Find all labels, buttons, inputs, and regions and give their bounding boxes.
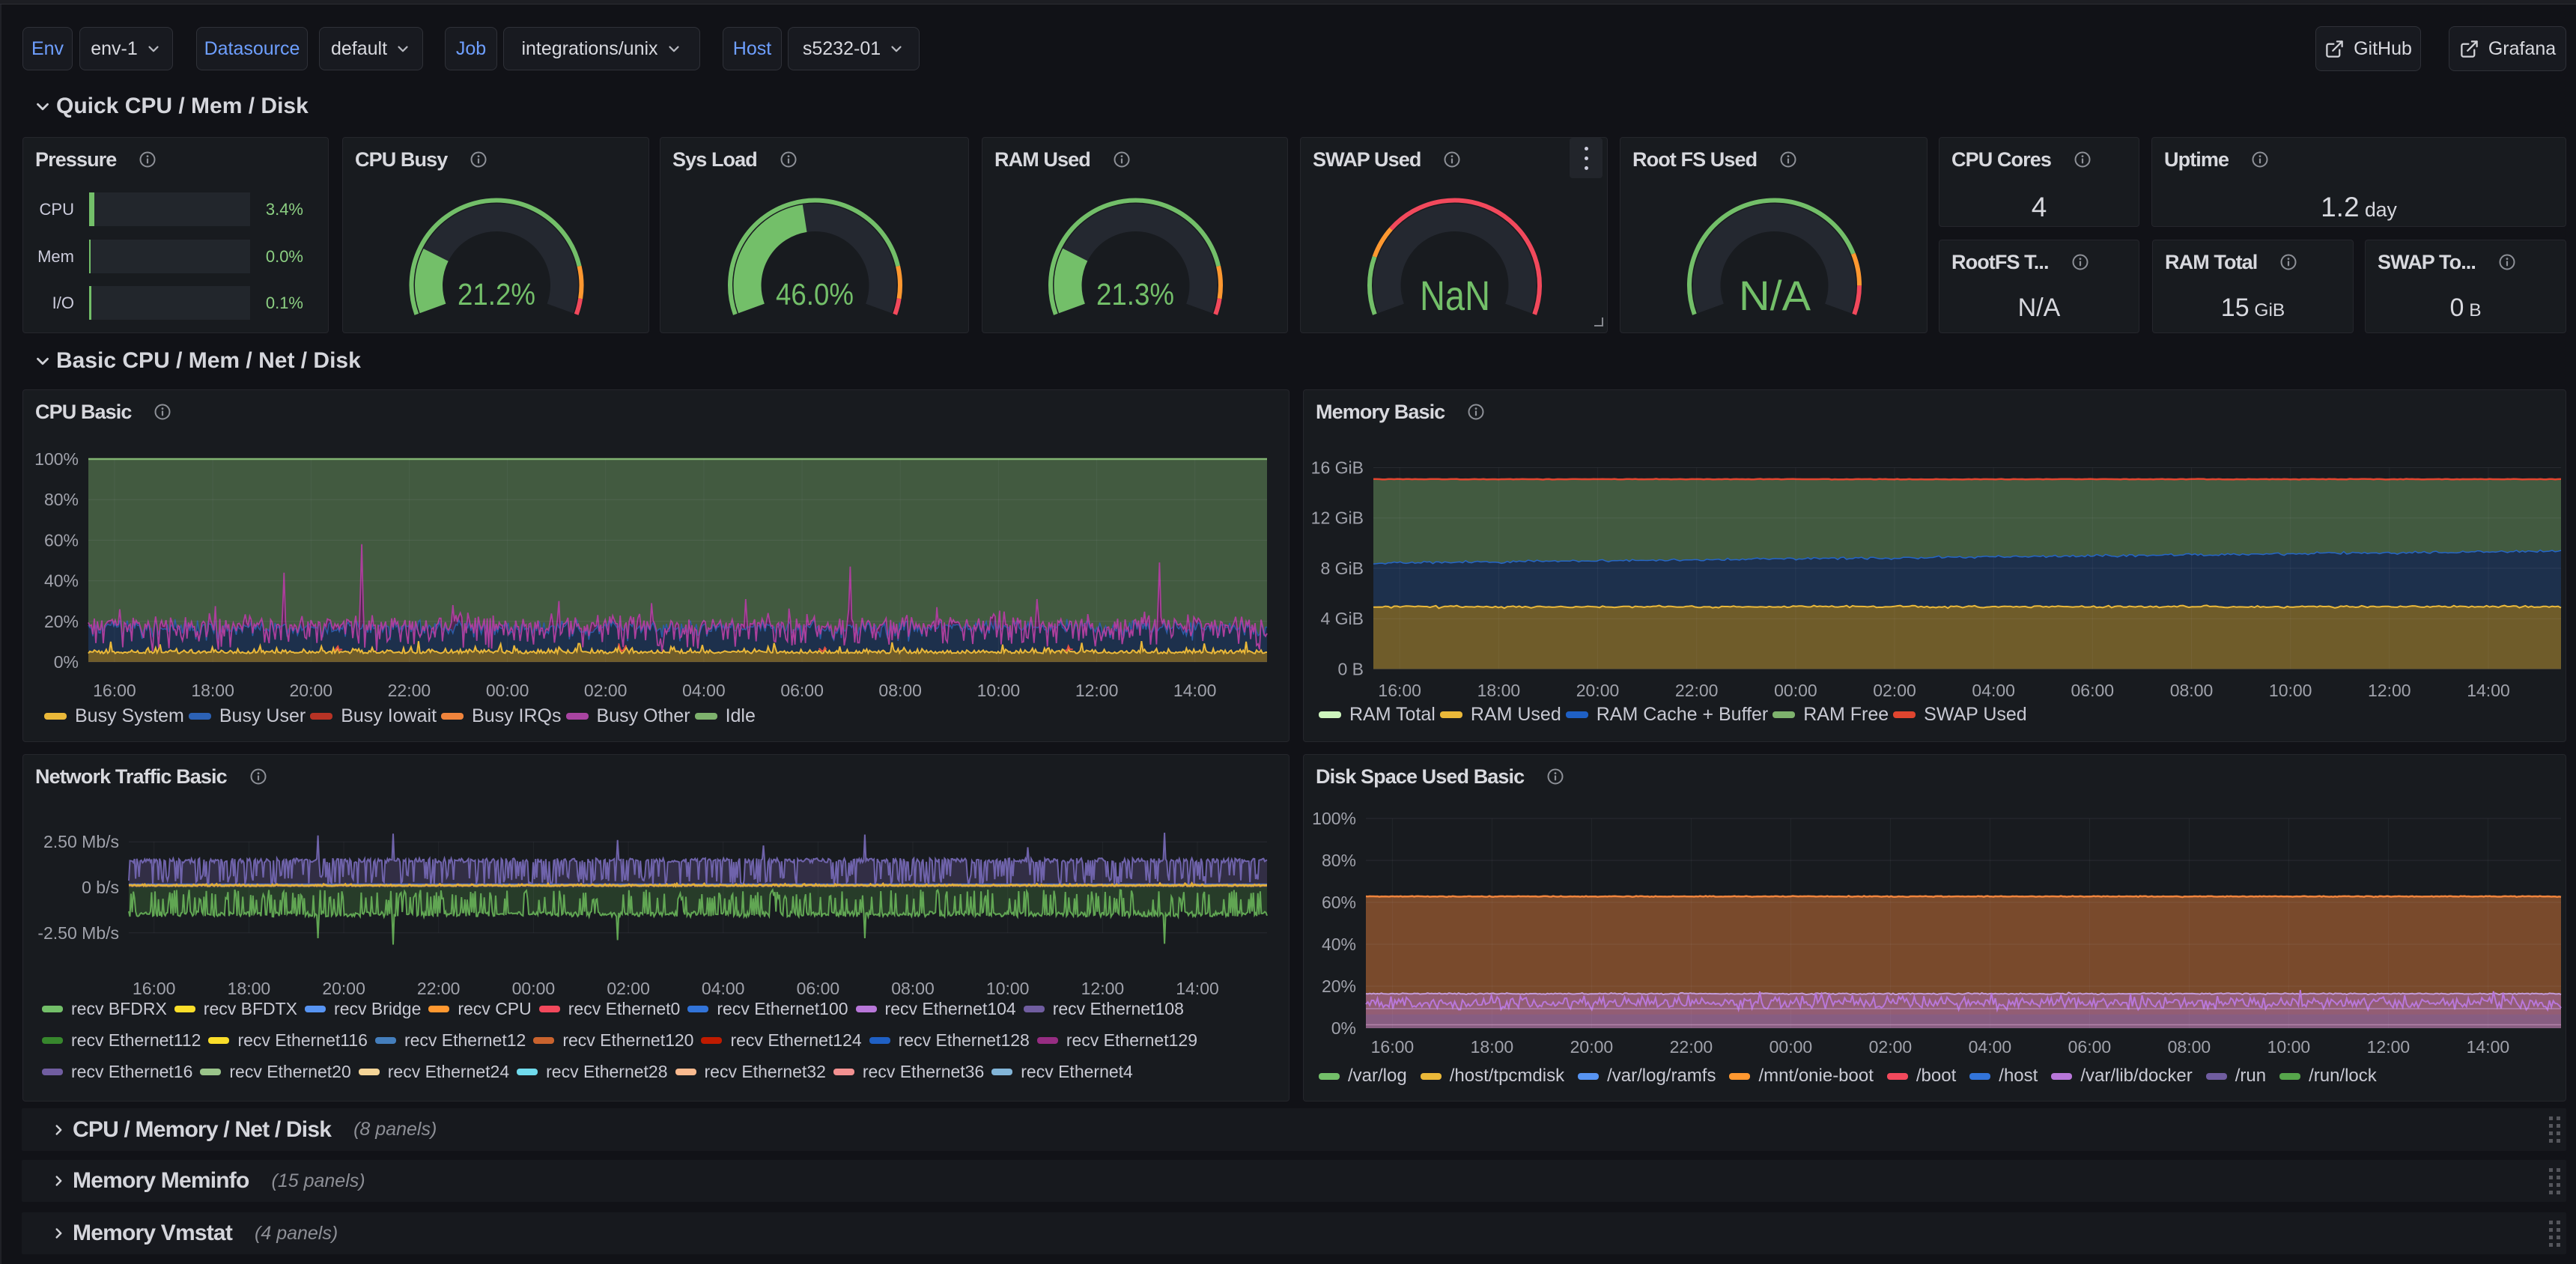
- svg-text:16 GiB: 16 GiB: [1311, 458, 1364, 478]
- svg-text:10:00: 10:00: [2267, 1037, 2311, 1057]
- svg-text:06:00: 06:00: [797, 979, 840, 998]
- svg-text:21.2%: 21.2%: [458, 277, 535, 312]
- svg-text:02:00: 02:00: [584, 681, 628, 700]
- svg-text:46.0%: 46.0%: [776, 277, 854, 312]
- svg-text:80%: 80%: [1322, 851, 1356, 870]
- svg-text:00:00: 00:00: [512, 979, 556, 998]
- svg-text:20%: 20%: [1322, 976, 1356, 996]
- svg-text:14:00: 14:00: [2467, 1037, 2510, 1057]
- svg-text:20:00: 20:00: [1570, 1037, 1614, 1057]
- svg-text:04:00: 04:00: [702, 979, 745, 998]
- svg-text:20:00: 20:00: [1576, 681, 1620, 700]
- svg-text:06:00: 06:00: [2071, 681, 2115, 700]
- svg-text:0 B: 0 B: [1337, 659, 1364, 678]
- svg-text:60%: 60%: [44, 530, 79, 550]
- svg-text:18:00: 18:00: [1477, 681, 1521, 700]
- svg-text:00:00: 00:00: [1774, 681, 1817, 700]
- svg-text:18:00: 18:00: [228, 979, 271, 998]
- svg-text:18:00: 18:00: [191, 681, 234, 700]
- svg-text:10:00: 10:00: [986, 979, 1030, 998]
- svg-text:02:00: 02:00: [1873, 681, 1916, 700]
- svg-text:12:00: 12:00: [2367, 1037, 2411, 1057]
- svg-text:NaN: NaN: [1420, 272, 1490, 319]
- svg-text:8 GiB: 8 GiB: [1320, 559, 1364, 578]
- svg-text:06:00: 06:00: [780, 681, 824, 700]
- svg-text:02:00: 02:00: [607, 979, 650, 998]
- svg-text:00:00: 00:00: [1770, 1037, 1813, 1057]
- svg-text:08:00: 08:00: [878, 681, 922, 700]
- svg-text:100%: 100%: [34, 449, 79, 469]
- svg-text:80%: 80%: [44, 490, 79, 509]
- svg-text:14:00: 14:00: [1176, 979, 1219, 998]
- svg-text:0%: 0%: [1331, 1018, 1356, 1038]
- svg-text:21.3%: 21.3%: [1096, 277, 1174, 312]
- svg-text:08:00: 08:00: [2170, 681, 2214, 700]
- svg-text:N/A: N/A: [1739, 272, 1811, 319]
- svg-text:2.50 Mb/s: 2.50 Mb/s: [43, 832, 119, 851]
- svg-text:100%: 100%: [1312, 809, 1356, 828]
- svg-text:00:00: 00:00: [486, 681, 529, 700]
- svg-text:40%: 40%: [1322, 935, 1356, 954]
- svg-text:14:00: 14:00: [1173, 681, 1217, 700]
- svg-text:20%: 20%: [44, 612, 79, 631]
- svg-text:12:00: 12:00: [1081, 979, 1125, 998]
- svg-text:0 b/s: 0 b/s: [82, 878, 119, 897]
- svg-text:16:00: 16:00: [1371, 1037, 1415, 1057]
- svg-text:04:00: 04:00: [682, 681, 726, 700]
- svg-text:16:00: 16:00: [93, 681, 136, 700]
- svg-text:22:00: 22:00: [1675, 681, 1719, 700]
- svg-text:22:00: 22:00: [1670, 1037, 1713, 1057]
- svg-text:22:00: 22:00: [417, 979, 461, 998]
- svg-text:10:00: 10:00: [977, 681, 1021, 700]
- svg-text:06:00: 06:00: [2068, 1037, 2112, 1057]
- svg-text:4 GiB: 4 GiB: [1320, 609, 1364, 628]
- svg-text:12 GiB: 12 GiB: [1311, 508, 1364, 528]
- svg-text:08:00: 08:00: [891, 979, 935, 998]
- svg-text:04:00: 04:00: [1969, 1037, 2012, 1057]
- svg-text:-2.50 Mb/s: -2.50 Mb/s: [37, 923, 119, 943]
- svg-text:18:00: 18:00: [1471, 1037, 1514, 1057]
- svg-text:04:00: 04:00: [1972, 681, 2015, 700]
- svg-text:40%: 40%: [44, 571, 79, 591]
- svg-text:60%: 60%: [1322, 893, 1356, 912]
- svg-text:16:00: 16:00: [1378, 681, 1421, 700]
- svg-text:10:00: 10:00: [2269, 681, 2312, 700]
- svg-text:14:00: 14:00: [2467, 681, 2510, 700]
- svg-text:12:00: 12:00: [1075, 681, 1119, 700]
- svg-text:08:00: 08:00: [2168, 1037, 2211, 1057]
- svg-text:12:00: 12:00: [2368, 681, 2411, 700]
- svg-text:0%: 0%: [54, 652, 79, 672]
- svg-text:16:00: 16:00: [133, 979, 176, 998]
- svg-text:20:00: 20:00: [290, 681, 333, 700]
- svg-text:02:00: 02:00: [1869, 1037, 1913, 1057]
- svg-text:22:00: 22:00: [388, 681, 431, 700]
- svg-text:20:00: 20:00: [322, 979, 365, 998]
